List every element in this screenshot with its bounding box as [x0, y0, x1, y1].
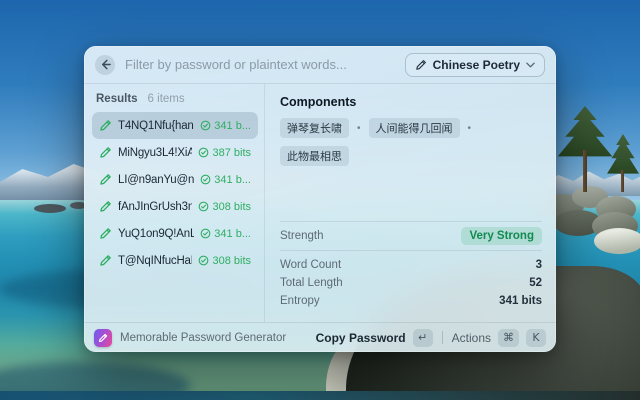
search-input[interactable]: [125, 57, 395, 72]
password-text: MiNgyu3L4!XiAn92h...: [118, 147, 192, 159]
strength-label: Strength: [280, 230, 323, 242]
word-count-row: Word Count 3: [280, 256, 542, 274]
components-tags: 弹琴复长啸 • 人间能得几回闻 • 此物最相思: [280, 118, 542, 166]
component-tag: 人间能得几回闻: [369, 118, 460, 138]
password-list-item[interactable]: LI@n9anYu@n$H3N... 341 b...: [92, 166, 258, 193]
window-body: Results 6 items T4NQ1Nfu{hanGxIAo... 341…: [84, 84, 556, 322]
password-text: fAnJInGrUsh3nL!NG...: [118, 201, 192, 213]
strength-row: Strength Very Strong: [280, 222, 542, 250]
check-circle-icon: [200, 120, 211, 131]
pencil-icon: [99, 173, 112, 186]
copy-password-button[interactable]: Copy Password: [316, 331, 406, 345]
arrow-left-icon: [100, 59, 111, 70]
back-button[interactable]: [95, 55, 115, 75]
check-circle-icon: [198, 147, 209, 158]
results-title: Results: [96, 93, 138, 105]
pencil-icon: [99, 227, 112, 240]
entropy-row: Entropy 341 bits: [280, 292, 542, 310]
k-key-badge: K: [526, 329, 546, 347]
password-list-item[interactable]: T@NqINfucHaN9xi... 308 bits: [92, 247, 258, 274]
metadata-section: Strength Very Strong Word Count 3 Total …: [280, 221, 542, 310]
desktop-wallpaper: Chinese Poetry Results 6 items T4NQ1Nfu{…: [0, 0, 640, 400]
detail-panel: Components 弹琴复长啸 • 人间能得几回闻 • 此物最相思 Stren…: [265, 84, 556, 322]
password-text: T@NqINfucHaN9xi...: [118, 255, 192, 267]
divider: [442, 331, 443, 344]
check-circle-icon: [198, 201, 209, 212]
tag-separator: •: [357, 123, 361, 134]
password-text: T4NQ1Nfu{hanGxIAo...: [118, 120, 194, 132]
wallpaper-water-edge: [0, 391, 640, 400]
app-icon: [94, 329, 112, 347]
pencil-icon: [415, 59, 427, 71]
component-tag: 弹琴复长啸: [280, 118, 349, 138]
chevron-down-icon: [526, 62, 535, 68]
password-list-item[interactable]: T4NQ1Nfu{hanGxIAo... 341 b...: [92, 112, 258, 139]
entropy-badge: 308 bits: [212, 255, 251, 267]
results-header: Results 6 items: [92, 91, 258, 112]
pencil-icon: [99, 119, 112, 132]
password-list-item[interactable]: MiNgyu3L4!XiAn92h... 387 bits: [92, 139, 258, 166]
window-header: Chinese Poetry: [84, 46, 556, 84]
password-list-item[interactable]: fAnJInGrUsh3nL!NG... 308 bits: [92, 193, 258, 220]
pencil-icon: [99, 200, 112, 213]
app-name: Memorable Password Generator: [120, 332, 308, 344]
entropy-badge: 387 bits: [212, 147, 251, 159]
check-circle-icon: [200, 174, 211, 185]
check-circle-icon: [200, 228, 211, 239]
window-footer: Memorable Password Generator Copy Passwo…: [84, 322, 556, 352]
components-title: Components: [280, 95, 542, 109]
wallpaper-rock: [34, 204, 66, 213]
results-list: Results 6 items T4NQ1Nfu{hanGxIAo... 341…: [84, 84, 265, 322]
entropy-badge: 341 b...: [214, 228, 251, 240]
check-circle-icon: [198, 255, 209, 266]
password-text: LI@n9anYu@n$H3N...: [118, 174, 194, 186]
pencil-icon: [99, 146, 112, 159]
entropy-badge: 341 b...: [214, 120, 251, 132]
total-length-row: Total Length 52: [280, 274, 542, 292]
strength-badge: Very Strong: [461, 227, 542, 245]
preset-dropdown-label: Chinese Poetry: [433, 58, 520, 72]
tag-separator: •: [468, 123, 472, 134]
password-generator-window: Chinese Poetry Results 6 items T4NQ1Nfu{…: [84, 46, 556, 352]
password-text: YuQ1on9Q!AnLimuC!...: [118, 228, 194, 240]
component-tag: 此物最相思: [280, 146, 349, 166]
wallpaper-boulder: [594, 228, 640, 254]
entropy-badge: 308 bits: [212, 201, 251, 213]
entropy-badge: 341 b...: [214, 174, 251, 186]
pencil-icon: [99, 254, 112, 267]
preset-dropdown[interactable]: Chinese Poetry: [405, 53, 545, 77]
actions-button[interactable]: Actions: [452, 331, 491, 345]
return-key-badge: ↵: [413, 329, 433, 347]
results-count: 6 items: [148, 93, 185, 105]
cmd-key-badge: ⌘: [498, 329, 519, 347]
password-list-item[interactable]: YuQ1on9Q!AnLimuC!... 341 b...: [92, 220, 258, 247]
